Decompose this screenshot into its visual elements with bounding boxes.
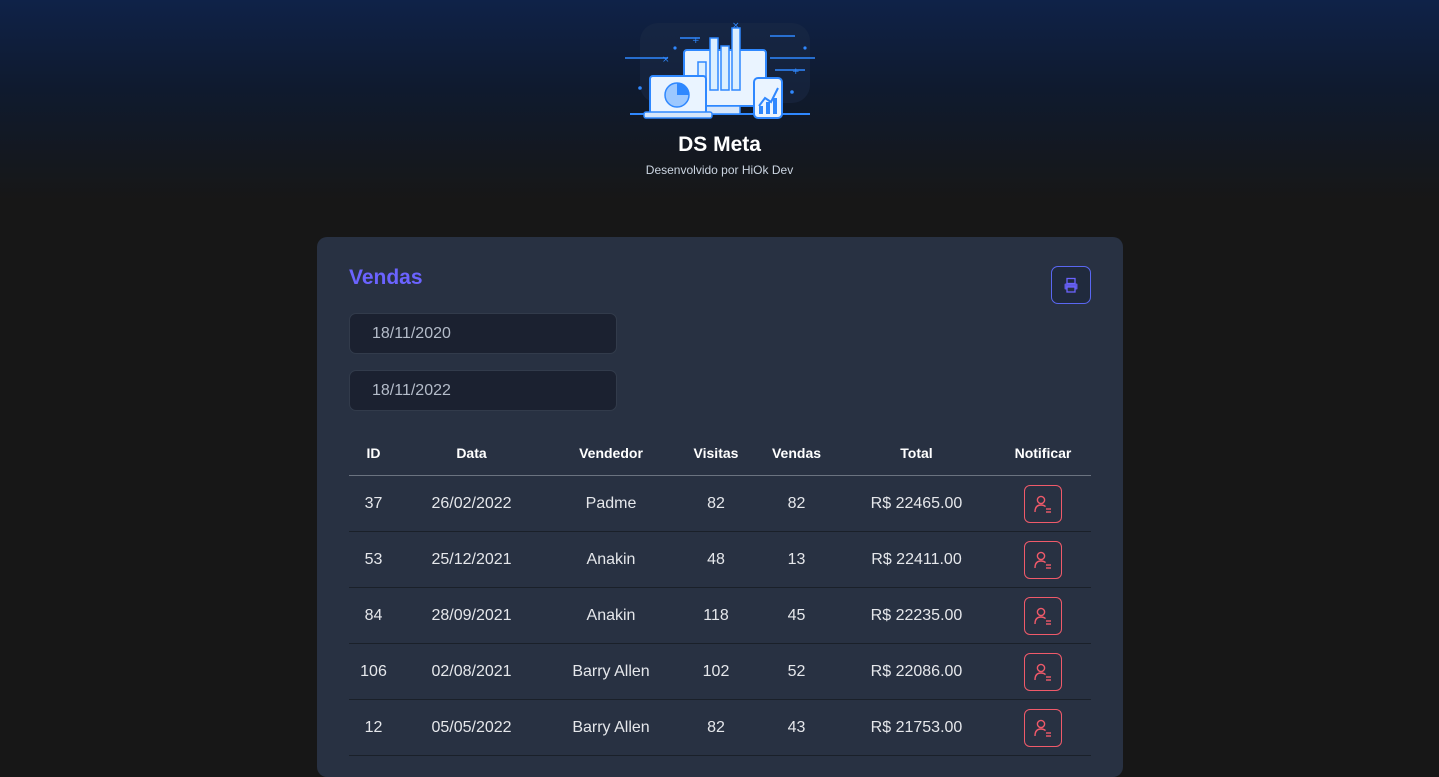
svg-text:+: +: [792, 67, 800, 77]
analytics-devices-logo: × × + +: [625, 21, 815, 119]
printer-icon: [1064, 277, 1078, 293]
notify-button[interactable]: [1024, 596, 1062, 635]
cell-seller: Barry Allen: [545, 643, 677, 700]
column-header-visits: Visitas: [677, 431, 755, 476]
sales-table: ID Data Vendedor Visitas Vendas Total No…: [349, 431, 1091, 756]
cell-visits: 102: [677, 643, 755, 700]
column-header-id: ID: [349, 431, 398, 476]
cell-seller: Anakin: [545, 587, 677, 644]
cell-total: R$ 22411.00: [838, 531, 995, 588]
cell-total: R$ 22086.00: [838, 643, 995, 700]
notify-button[interactable]: [1024, 652, 1062, 691]
cell-id: 53: [349, 531, 398, 588]
cell-visits: 48: [677, 531, 755, 588]
table-row: 37 26/02/2022 Padme 82 82 R$ 22465.00: [349, 475, 1091, 532]
cell-id: 12: [349, 699, 398, 756]
cell-id: 37: [349, 475, 398, 532]
sales-card: Vendas ID Data Vendedor Visitas Vendas T…: [317, 237, 1123, 777]
table-row: 84 28/09/2021 Anakin 118 45 R$ 22235.00: [349, 587, 1091, 644]
notify-button[interactable]: [1024, 540, 1062, 579]
cell-deals: 13: [755, 531, 838, 588]
notify-button[interactable]: [1024, 484, 1062, 523]
user-notify-icon: [1034, 719, 1051, 737]
cell-date: 26/02/2022: [398, 475, 545, 532]
min-date-input[interactable]: [349, 313, 617, 354]
cell-total: R$ 22465.00: [838, 475, 995, 532]
cell-id: 84: [349, 587, 398, 644]
table-header-row: ID Data Vendedor Visitas Vendas Total No…: [349, 431, 1091, 476]
cell-seller: Barry Allen: [545, 699, 677, 756]
cell-visits: 118: [677, 587, 755, 644]
cell-visits: 82: [677, 475, 755, 532]
max-date-input[interactable]: [349, 370, 617, 411]
cell-date: 05/05/2022: [398, 699, 545, 756]
column-header-seller: Vendedor: [545, 431, 677, 476]
table-row: 12 05/05/2022 Barry Allen 82 43 R$ 21753…: [349, 699, 1091, 756]
cell-notify: [995, 531, 1091, 588]
sales-title: Vendas: [349, 266, 423, 289]
cell-deals: 52: [755, 643, 838, 700]
user-notify-icon: [1034, 607, 1051, 625]
column-header-date: Data: [398, 431, 545, 476]
user-notify-icon: [1034, 495, 1051, 513]
cell-total: R$ 21753.00: [838, 699, 995, 756]
cell-deals: 43: [755, 699, 838, 756]
cell-notify: [995, 475, 1091, 532]
cell-date: 25/12/2021: [398, 531, 545, 588]
print-button[interactable]: [1051, 266, 1091, 304]
column-header-notify: Notificar: [995, 431, 1091, 476]
cell-total: R$ 22235.00: [838, 587, 995, 644]
cell-date: 28/09/2021: [398, 587, 545, 644]
cell-seller: Padme: [545, 475, 677, 532]
app-title: DS Meta: [678, 133, 761, 156]
cell-deals: 45: [755, 587, 838, 644]
cell-notify: [995, 587, 1091, 644]
column-header-total: Total: [838, 431, 995, 476]
table-row: 53 25/12/2021 Anakin 48 13 R$ 22411.00: [349, 531, 1091, 588]
column-header-deals: Vendas: [755, 431, 838, 476]
cell-notify: [995, 699, 1091, 756]
table-row: 106 02/08/2021 Barry Allen 102 52 R$ 220…: [349, 643, 1091, 700]
cell-id: 106: [349, 643, 398, 700]
cell-deals: 82: [755, 475, 838, 532]
user-notify-icon: [1034, 663, 1051, 681]
cell-date: 02/08/2021: [398, 643, 545, 700]
svg-text:+: +: [692, 36, 700, 46]
cell-seller: Anakin: [545, 531, 677, 588]
notify-button[interactable]: [1024, 708, 1062, 747]
cell-visits: 82: [677, 699, 755, 756]
cell-notify: [995, 643, 1091, 700]
app-subtitle: Desenvolvido por HiOk Dev: [645, 163, 794, 177]
user-notify-icon: [1034, 551, 1051, 569]
svg-text:×: ×: [662, 55, 670, 65]
